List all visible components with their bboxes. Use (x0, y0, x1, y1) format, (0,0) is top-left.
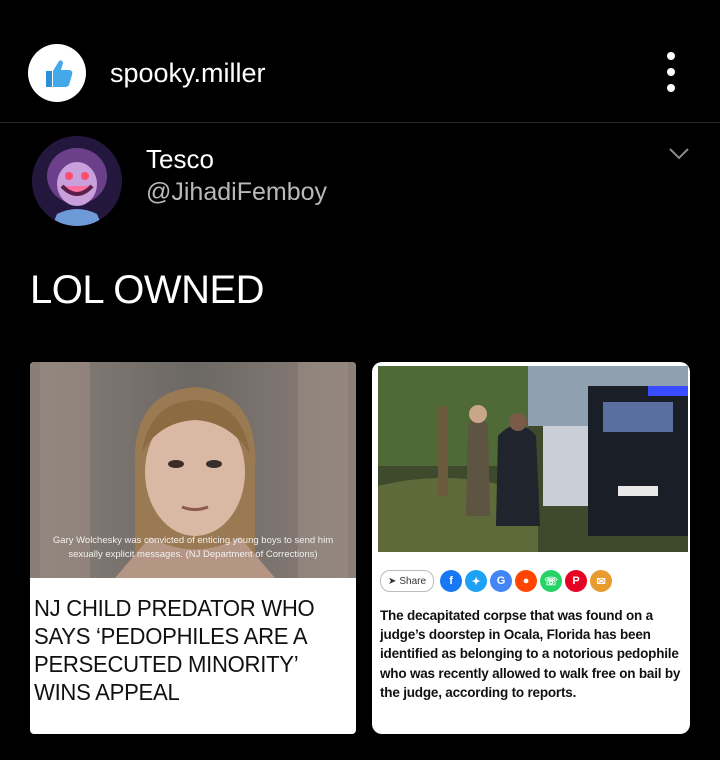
post-username[interactable]: spooky.miller (110, 58, 266, 89)
headline-line: NJ CHILD PREDATOR WHO (34, 595, 315, 621)
article-card-right[interactable]: ➤ Share f ✦ G ● ☏ P ✉ The decapitated co… (372, 362, 690, 734)
header-divider (0, 122, 720, 123)
google-icon[interactable]: G (490, 570, 513, 592)
caption-line: Gary Wolchesky was convicted of enticing… (52, 535, 334, 546)
email-icon[interactable]: ✉ (590, 570, 613, 592)
pinterest-icon[interactable]: P (565, 570, 588, 592)
headline-line: PERSECUTED MINORITY’ (34, 651, 299, 677)
share-icon: ➤ (388, 575, 397, 587)
article-headline-left[interactable]: NJ CHILD PREDATOR WHO SAYS ‘PEDOPHILES A… (34, 594, 335, 706)
police-scene-image (378, 366, 688, 552)
tweet-display-name[interactable]: Tesco (146, 144, 214, 175)
caption-line: sexually explicit messages. (NJ Departme… (68, 549, 318, 560)
post-header: spooky.miller (0, 0, 720, 122)
article-card-left[interactable]: Gary Wolchesky was convicted of enticing… (30, 362, 356, 734)
tweet-avatar[interactable] (32, 136, 122, 226)
photo-caption: Gary Wolchesky was convicted of enticing… (36, 534, 350, 562)
share-bar: ➤ Share f ✦ G ● ☏ P ✉ (380, 568, 615, 594)
tweet-text: LOL OWNED (30, 268, 265, 312)
article-body-right[interactable]: The decapitated corpse that was found on… (380, 606, 686, 702)
twitter-icon[interactable]: ✦ (465, 570, 488, 592)
chevron-down-icon[interactable] (668, 146, 690, 162)
tweet-handle[interactable]: @JihadiFemboy (146, 178, 327, 207)
mugshot-image: Gary Wolchesky was convicted of enticing… (30, 362, 356, 578)
anime-avatar-icon (32, 136, 122, 226)
headline-line: SAYS ‘PEDOPHILES ARE A (34, 623, 308, 649)
share-button[interactable]: ➤ Share (380, 570, 435, 592)
facebook-icon[interactable]: f (440, 570, 463, 592)
more-options-icon[interactable] (664, 52, 678, 92)
headline-line: WINS APPEAL (34, 679, 180, 705)
reddit-icon[interactable]: ● (515, 570, 538, 592)
thumbs-up-icon (46, 60, 73, 87)
profile-avatar[interactable] (28, 44, 86, 102)
whatsapp-icon[interactable]: ☏ (540, 570, 563, 592)
share-label: Share (399, 575, 427, 587)
